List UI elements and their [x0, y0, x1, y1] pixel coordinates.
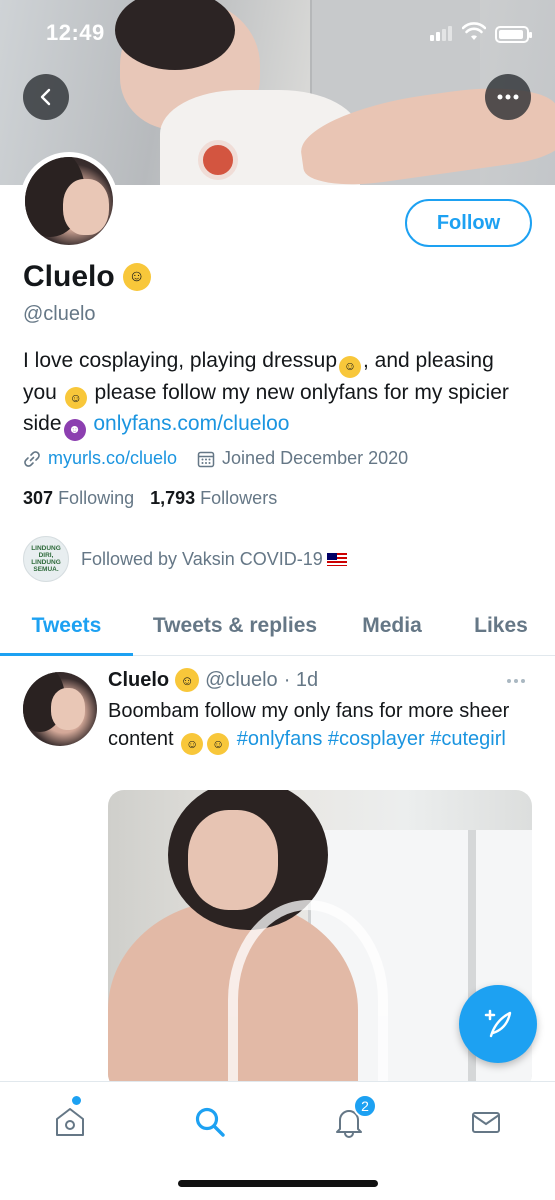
- mail-icon: [472, 1112, 500, 1133]
- compose-tweet-button[interactable]: [459, 985, 537, 1063]
- tweet-more-button[interactable]: [506, 668, 526, 689]
- tab-media[interactable]: Media: [337, 596, 447, 655]
- battery-icon: [495, 26, 532, 43]
- media-figure-face: [188, 810, 278, 910]
- chevron-left-icon: [40, 88, 51, 106]
- avatar-face: [63, 179, 109, 235]
- bio-link[interactable]: onlyfans.com/clueloo: [93, 412, 289, 435]
- search-icon: [195, 1107, 225, 1137]
- following-label: Following: [58, 488, 135, 508]
- heart-eyes-icon: ☺: [207, 733, 230, 755]
- website-item[interactable]: myurls.co/cluelo: [23, 448, 177, 469]
- follow-counts: 307 Following 1,793 Followers: [23, 488, 277, 509]
- tweet-avatar-face: [51, 688, 85, 730]
- following-count-link[interactable]: 307 Following: [23, 488, 134, 509]
- compose-feather-icon: [484, 1009, 512, 1038]
- face-blowing-kiss-icon: ☺: [64, 387, 87, 409]
- followed-by-text: Followed by Vaksin COVID-19: [81, 549, 347, 570]
- followed-by[interactable]: LINDUNG DIRI, LINDUNG SEMUA. Followed by…: [23, 536, 347, 582]
- status-bar: 12:49: [0, 0, 555, 66]
- following-count: 307: [23, 488, 54, 508]
- website-link[interactable]: myurls.co/cluelo: [48, 448, 177, 469]
- tweet-time: · 1d: [283, 668, 319, 691]
- followers-count: 1,793: [150, 488, 196, 508]
- more-horizontal-icon: [497, 94, 519, 100]
- nav-search[interactable]: [190, 1102, 230, 1142]
- media-figure-strap: [228, 900, 388, 1090]
- followers-label: Followers: [200, 488, 278, 508]
- more-horizontal-icon: [507, 679, 525, 683]
- hashtag-onlyfans[interactable]: #onlyfans: [237, 728, 323, 750]
- winking-face-icon: ☺: [339, 355, 362, 378]
- profile-name-text: Cluelo: [23, 260, 115, 293]
- tab-likes[interactable]: Likes: [447, 596, 555, 655]
- profile-tabs: Tweets Tweets & replies Media Likes: [0, 596, 555, 656]
- hashtag-cutegirl[interactable]: #cutegirl: [430, 728, 506, 750]
- tweet-author-name[interactable]: Cluelo: [108, 669, 169, 692]
- nav-notifications[interactable]: 2: [329, 1094, 377, 1142]
- back-button[interactable]: [23, 74, 69, 120]
- followed-by-label: Followed by Vaksin COVID-19: [81, 548, 323, 569]
- status-time: 12:49: [46, 20, 105, 45]
- profile-name: Cluelo ☺: [23, 260, 151, 294]
- joined-item: Joined December 2020: [197, 448, 408, 469]
- profile-handle: @cluelo: [23, 303, 96, 325]
- tweet-author-handle: @cluelo: [205, 668, 278, 691]
- follow-button[interactable]: Follow: [405, 199, 532, 247]
- smiling-face-with-hearts-icon: ☺: [175, 668, 200, 692]
- tab-tweets[interactable]: Tweets: [0, 596, 133, 656]
- hashtag-cosplayer[interactable]: #cosplayer: [328, 728, 425, 750]
- smiling-devil-icon: ☻: [63, 418, 86, 441]
- tweet-text: Boombam follow my only fans for more she…: [108, 697, 538, 755]
- wifi-icon: [462, 22, 486, 40]
- joined-date: Joined December 2020: [222, 448, 409, 468]
- calendar-icon: [197, 451, 215, 467]
- nav-home[interactable]: [50, 1096, 90, 1142]
- profile-bio: I love cosplaying, playing dressup ☺, and…: [23, 346, 528, 441]
- smiling-face-with-hearts-icon: ☺: [122, 263, 151, 291]
- tab-tweets-replies[interactable]: Tweets & replies: [133, 596, 337, 655]
- banner-suit-logo: [198, 140, 238, 180]
- cellular-signal-icon: [430, 26, 452, 41]
- profile-meta: myurls.co/cluelo Joined December 2020: [23, 448, 408, 469]
- bio-text-1: I love cosplaying, playing dressup: [23, 349, 338, 372]
- more-options-button[interactable]: [485, 74, 531, 120]
- smiling-face-with-hearts-icon: ☺: [181, 733, 204, 755]
- malaysia-flag-icon: [326, 552, 347, 566]
- notifications-badge: 2: [353, 1094, 377, 1118]
- home-new-indicator: [72, 1096, 81, 1105]
- link-icon: [24, 450, 40, 467]
- home-icon: [56, 1108, 84, 1136]
- profile-avatar[interactable]: [20, 152, 118, 250]
- home-indicator[interactable]: [178, 1180, 378, 1187]
- tweet-avatar[interactable]: [23, 672, 97, 746]
- followers-count-link[interactable]: 1,793 Followers: [150, 488, 277, 509]
- nav-messages[interactable]: [466, 1102, 506, 1142]
- followed-by-avatar: LINDUNG DIRI, LINDUNG SEMUA.: [23, 536, 69, 582]
- tweet-header: Cluelo ☺ @cluelo · 1d: [108, 668, 318, 692]
